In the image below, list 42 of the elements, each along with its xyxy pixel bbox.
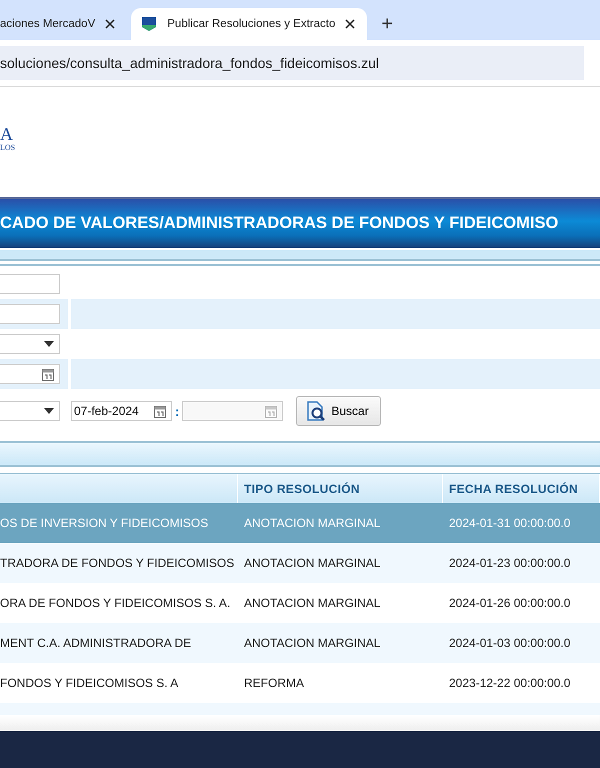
calendar-icon[interactable] — [42, 367, 54, 381]
table-cell: REFORMA — [244, 676, 304, 690]
dropdown-field[interactable] — [0, 401, 60, 421]
range-separator: : — [175, 404, 180, 418]
caret-icon[interactable] — [44, 341, 54, 347]
table-cell: ORA DE FONDOS Y FIDEICOMISOS S. A. — [0, 596, 230, 610]
text-field[interactable] — [0, 274, 60, 294]
new-tab-button[interactable]: + — [381, 13, 394, 35]
table-cell: 2024-01-23 00:00:00.0 — [449, 556, 570, 570]
search-button[interactable]: Buscar — [296, 396, 382, 426]
calendar-icon[interactable] — [154, 404, 166, 418]
page-title: CADO DE VALORES/ADMINISTRADORAS DE FONDOS Y FIDEICOMISO — [0, 214, 558, 233]
table-cell: ANOTACION MARGINAL — [244, 636, 380, 650]
table-cell: 2024-01-26 00:00:00.0 — [449, 596, 570, 610]
logo-text: A — [0, 124, 13, 142]
table-cell: MENT C.A. ADMINISTRADORA DE — [0, 636, 192, 650]
table-row[interactable]: TRADORA DE FONDOS Y FIDEICOMISOS ANOTACION MARGINAL 2024-01-23 00:00:00.0 — [0, 543, 600, 583]
table-cell: 2024-01-03 00:00:00.0 — [449, 636, 570, 650]
browser-tab[interactable]: Publicar Resoluciones y Extracto — [131, 8, 368, 40]
caret-icon[interactable] — [44, 408, 54, 414]
date-field[interactable]: 07-feb-2024 — [71, 401, 172, 421]
table-cell: OS DE INVERSION Y FIDEICOMISOS — [0, 516, 208, 530]
table-row[interactable]: MENT C.A. ADMINISTRADORA DE ANOTACION MARGINAL 2024-01-03 00:00:00.0 — [0, 623, 600, 663]
table-cell: FONDOS Y FIDEICOMISOS S. A — [0, 676, 178, 690]
browser-tab[interactable]: aciones MercadoV — [0, 8, 128, 40]
shield-logo-icon — [141, 16, 158, 32]
table-cell: TRADORA DE FONDOS Y FIDEICOMISOS — [0, 556, 234, 570]
table-cell: ANOTACION MARGINAL — [244, 596, 380, 610]
dropdown-field[interactable] — [0, 334, 60, 354]
logo-subtext: LOS — [0, 142, 16, 152]
table-cell: ANOTACION MARGINAL — [244, 516, 380, 530]
address-bar[interactable]: soluciones/consulta_administradora_fondos_fideicomisos.zul — [0, 46, 584, 80]
table-row[interactable]: ORA DE FONDOS Y FIDEICOMISOS S. A. ANOTACION MARGINAL 2024-01-26 00:00:00.0 — [0, 583, 600, 623]
close-icon[interactable] — [345, 19, 356, 29]
table-cell: ANOTACION MARGINAL — [244, 556, 380, 570]
table-row[interactable]: FONDOS Y FIDEICOMISOS S. A REFORMA 2023-12-22 00:00:00.0 — [0, 663, 600, 703]
table-cell: 2023-12-22 00:00:00.0 — [449, 676, 570, 690]
search-document-icon — [305, 400, 328, 422]
table-cell: 2024-01-31 00:00:00.0 — [449, 516, 570, 530]
text-field[interactable] — [0, 304, 60, 324]
close-icon[interactable] — [105, 19, 116, 29]
date-field[interactable] — [0, 364, 60, 384]
